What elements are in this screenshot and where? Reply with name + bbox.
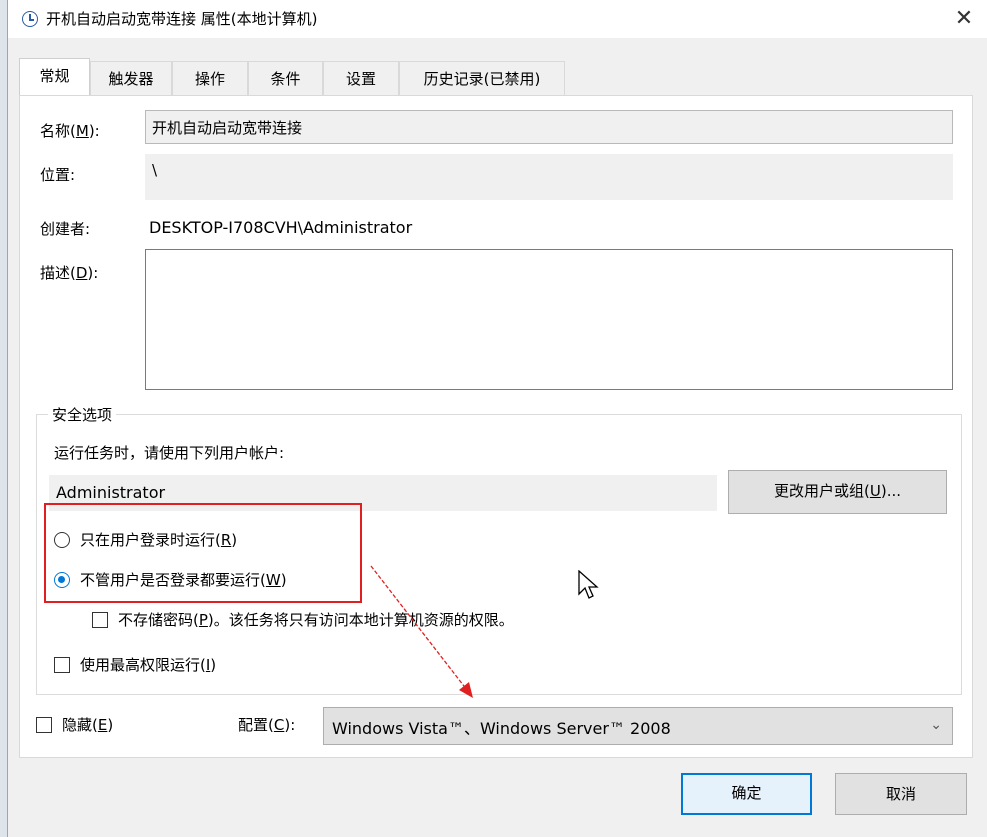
- security-options-title: 安全选项: [48, 404, 117, 425]
- change-user-button[interactable]: 更改用户或组(U)...: [728, 470, 947, 514]
- annotation-highlight-box: [44, 503, 362, 603]
- tab-settings[interactable]: 设置: [323, 61, 399, 95]
- tab-conditions[interactable]: 条件: [248, 61, 323, 95]
- tab-triggers[interactable]: 触发器: [90, 61, 172, 95]
- author-label: 创建者:: [40, 220, 91, 238]
- mouse-cursor-icon: [578, 570, 599, 599]
- general-tab-panel: 名称(M): 开机自动启动宽带连接 位置: \ 创建者: DESKTOP-I70…: [19, 95, 973, 758]
- annotation-arrow-head: [459, 682, 473, 698]
- close-button[interactable]: ✕: [949, 4, 979, 34]
- tab-actions[interactable]: 操作: [172, 61, 248, 95]
- name-field[interactable]: 开机自动启动宽带连接: [145, 110, 953, 144]
- hidden-checkbox[interactable]: [36, 717, 52, 733]
- description-label: 描述(D):: [40, 264, 99, 282]
- run-highest-privileges-checkbox[interactable]: [54, 657, 70, 673]
- configure-for-value: Windows Vista™、Windows Server™ 2008: [332, 719, 671, 738]
- configure-for-label: 配置(C):: [238, 716, 296, 734]
- annotation-arrow-line: [370, 565, 468, 691]
- clock-icon: [22, 11, 38, 27]
- properties-dialog: 开机自动启动宽带连接 属性(本地计算机) ✕ 常规 触发器 操作 条件 设置 历…: [8, 0, 987, 837]
- location-field: \: [145, 154, 953, 200]
- title-bar: 开机自动启动宽带连接 属性(本地计算机) ✕: [8, 0, 987, 38]
- run-as-prompt: 运行任务时，请使用下列用户帐户:: [54, 444, 285, 462]
- name-label: 名称(M):: [40, 122, 100, 140]
- chevron-down-icon: ⌄: [930, 717, 942, 733]
- window-title: 开机自动启动宽带连接 属性(本地计算机): [46, 10, 318, 28]
- desktop-background-strip: [0, 0, 8, 837]
- ok-button[interactable]: 确定: [681, 773, 812, 815]
- hidden-label[interactable]: 隐藏(E): [62, 714, 113, 735]
- close-icon: ✕: [954, 6, 974, 31]
- tab-history[interactable]: 历史记录(已禁用): [399, 61, 565, 95]
- description-textarea[interactable]: [145, 249, 953, 390]
- author-value: DESKTOP-I708CVH\Administrator: [149, 218, 413, 237]
- annotation-arrow: [370, 565, 473, 698]
- cancel-button[interactable]: 取消: [835, 773, 967, 815]
- location-label: 位置:: [40, 166, 76, 184]
- tab-general[interactable]: 常规: [19, 58, 90, 96]
- do-not-store-password-checkbox[interactable]: [92, 612, 108, 628]
- configure-for-select[interactable]: Windows Vista™、Windows Server™ 2008 ⌄: [323, 707, 953, 745]
- run-highest-privileges-label[interactable]: 使用最高权限运行(I): [80, 654, 216, 675]
